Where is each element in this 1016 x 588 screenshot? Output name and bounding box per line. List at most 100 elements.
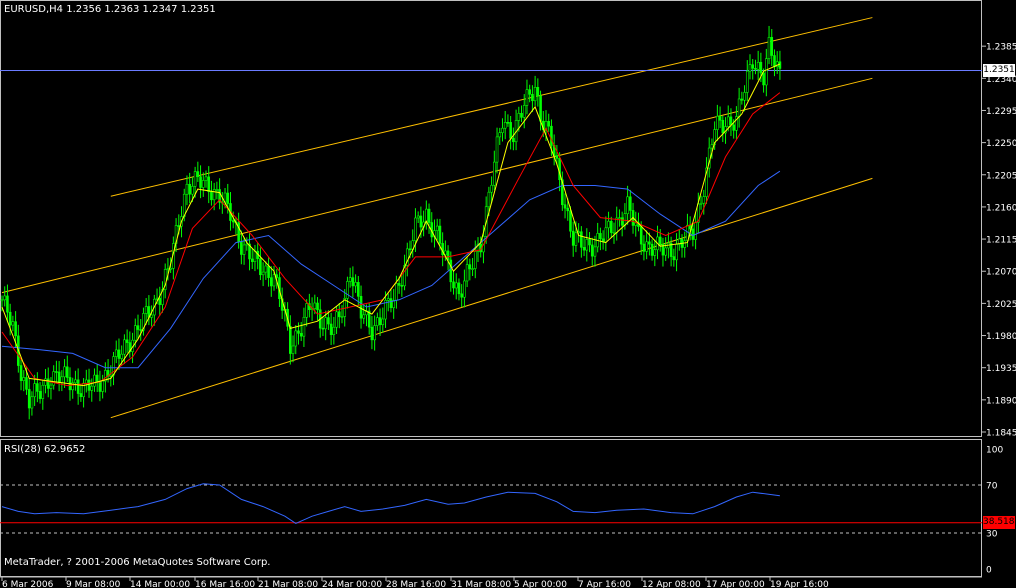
candle[interactable] (588, 232, 591, 253)
candle[interactable] (433, 219, 436, 248)
candle[interactable] (528, 84, 531, 103)
candle[interactable] (460, 284, 463, 308)
candle[interactable] (185, 175, 189, 206)
main-chart-frame[interactable] (0, 0, 982, 437)
candle[interactable] (580, 226, 583, 258)
candle[interactable] (536, 78, 540, 107)
candle[interactable] (19, 358, 23, 391)
candle[interactable] (76, 368, 80, 405)
candle[interactable] (264, 261, 268, 280)
candle[interactable] (694, 212, 697, 250)
candle[interactable] (435, 218, 439, 241)
candle[interactable] (498, 127, 502, 145)
candle[interactable] (767, 25, 771, 65)
candle[interactable] (699, 195, 703, 210)
candle[interactable] (745, 60, 749, 102)
candle[interactable] (533, 75, 537, 106)
candle[interactable] (457, 278, 461, 301)
candle[interactable] (596, 222, 599, 253)
candle[interactable] (30, 391, 34, 416)
candle[interactable] (139, 319, 143, 341)
candle[interactable] (60, 370, 64, 392)
candle[interactable] (57, 361, 61, 392)
candle[interactable] (6, 284, 9, 323)
candle[interactable] (718, 106, 722, 129)
candle[interactable] (351, 266, 355, 298)
candle[interactable] (22, 370, 26, 392)
candle[interactable] (27, 379, 31, 420)
candle[interactable] (509, 115, 512, 150)
candle[interactable] (561, 171, 564, 211)
candle[interactable] (454, 273, 458, 300)
candle[interactable] (253, 244, 257, 272)
candle[interactable] (452, 270, 455, 295)
candle[interactable] (109, 365, 113, 387)
candle[interactable] (514, 109, 518, 151)
candle[interactable] (153, 294, 156, 326)
candle[interactable] (302, 307, 306, 347)
candle[interactable] (256, 243, 259, 270)
candle[interactable] (765, 48, 768, 97)
candle[interactable] (207, 166, 211, 204)
candle[interactable] (291, 335, 295, 363)
candle[interactable] (737, 87, 741, 128)
candle[interactable] (653, 239, 657, 267)
candle[interactable] (609, 216, 613, 238)
candle[interactable] (49, 377, 53, 400)
candle[interactable] (463, 269, 466, 308)
candle[interactable] (38, 382, 42, 404)
candle[interactable] (71, 377, 75, 399)
candle[interactable] (370, 315, 374, 350)
candle[interactable] (729, 108, 733, 137)
candle[interactable] (465, 256, 469, 288)
candle[interactable] (661, 237, 665, 267)
channel-line-3[interactable] (110, 177, 873, 419)
candle[interactable] (147, 295, 151, 326)
candle[interactable] (590, 237, 594, 266)
candle[interactable] (392, 289, 395, 319)
candle[interactable] (449, 251, 453, 292)
candle[interactable] (770, 29, 774, 67)
candle[interactable] (294, 325, 298, 355)
candle[interactable] (332, 316, 336, 345)
candle[interactable] (400, 274, 404, 297)
candle[interactable] (316, 297, 319, 321)
candle[interactable] (740, 91, 744, 105)
candle[interactable] (240, 230, 243, 265)
candle[interactable] (626, 185, 629, 225)
candle[interactable] (329, 312, 333, 345)
candle[interactable] (422, 210, 425, 237)
candle[interactable] (201, 172, 205, 197)
channel-line-2[interactable] (1, 77, 873, 294)
candle[interactable] (615, 206, 619, 241)
candle[interactable] (531, 85, 534, 113)
candle[interactable] (95, 364, 99, 392)
candle[interactable] (101, 374, 104, 399)
candle[interactable] (634, 211, 638, 237)
candle[interactable] (365, 304, 368, 327)
candle[interactable] (85, 369, 88, 393)
candle[interactable] (373, 315, 376, 351)
candle[interactable] (547, 113, 551, 132)
candle[interactable] (321, 317, 325, 337)
candle[interactable] (354, 274, 357, 293)
candle[interactable] (607, 211, 610, 239)
candle[interactable] (672, 248, 676, 267)
candle[interactable] (41, 380, 45, 410)
candle[interactable] (367, 303, 371, 335)
candle[interactable] (773, 49, 776, 77)
candle[interactable] (114, 340, 118, 364)
candle[interactable] (493, 150, 496, 191)
candle[interactable] (261, 262, 265, 287)
candle[interactable] (411, 229, 415, 258)
candle[interactable] (707, 137, 711, 178)
candle[interactable] (629, 189, 632, 220)
candle[interactable] (539, 90, 542, 131)
candle[interactable] (46, 367, 50, 398)
candle[interactable] (82, 378, 85, 408)
candle[interactable] (503, 110, 507, 140)
candle[interactable] (3, 286, 7, 307)
candle[interactable] (683, 231, 687, 258)
rsi-subwindow-frame[interactable] (0, 439, 982, 577)
candle[interactable] (425, 200, 428, 230)
